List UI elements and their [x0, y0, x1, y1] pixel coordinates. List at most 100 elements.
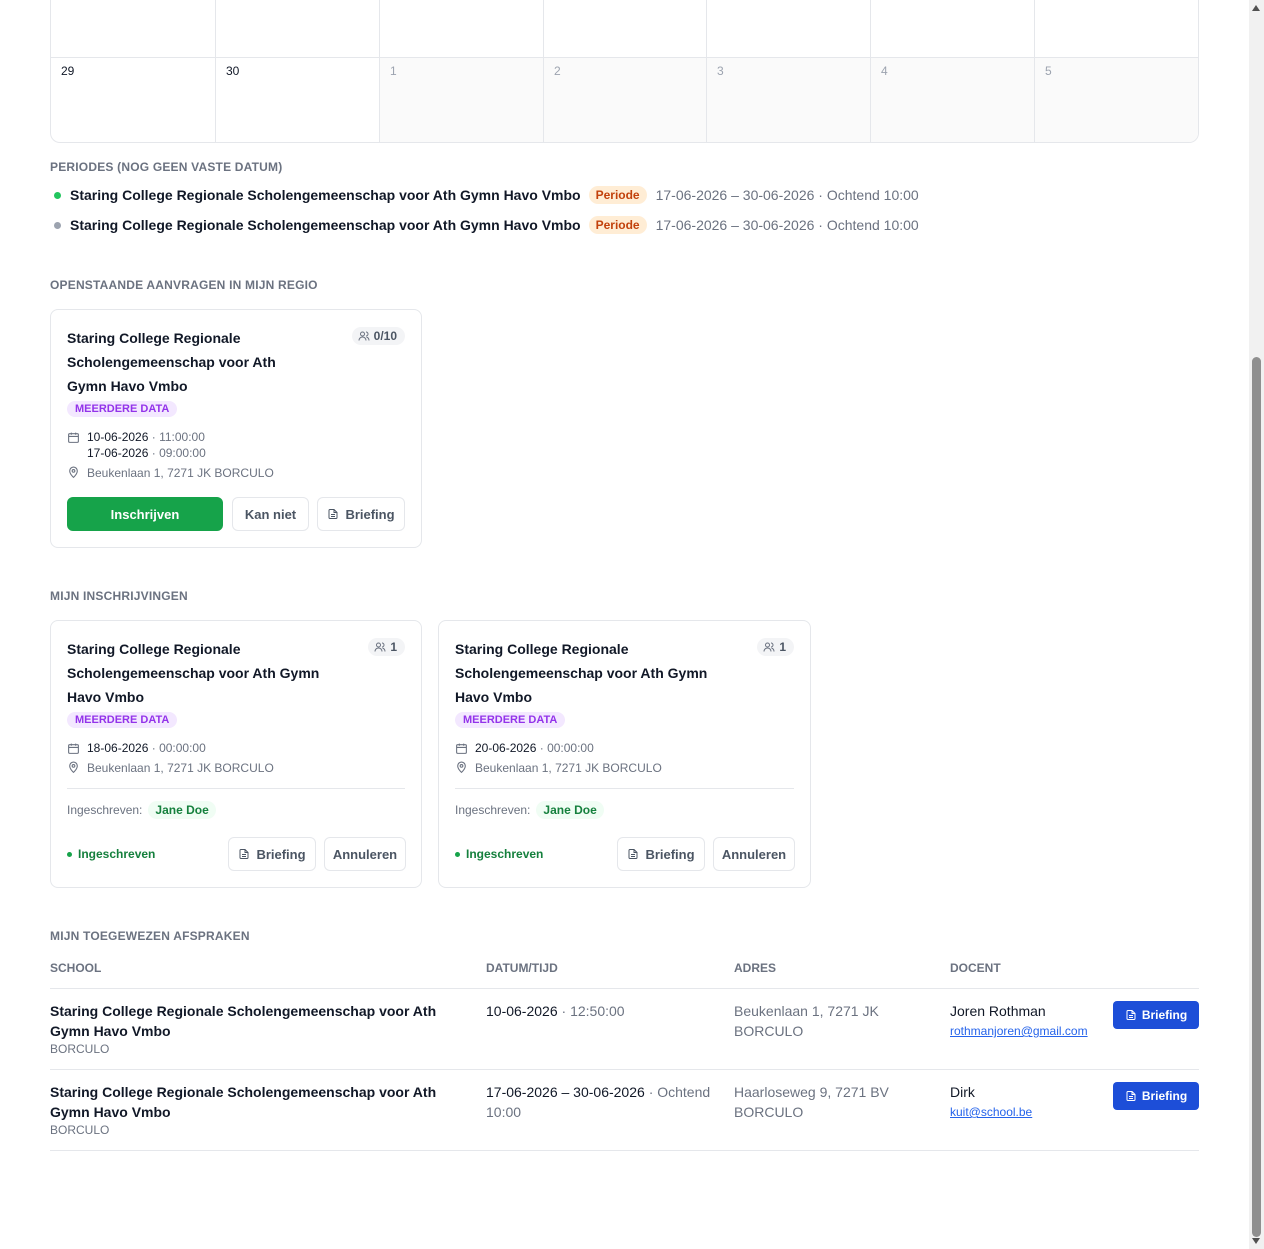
- calendar-day[interactable]: 1: [380, 58, 544, 142]
- document-icon: [239, 849, 249, 859]
- time: · 09:00:00: [151, 446, 206, 460]
- calendar-week-row: 29 30 1 2 3 4 5: [51, 58, 1198, 142]
- divider: [455, 788, 794, 789]
- table-row: Staring College Regionale Scholengemeens…: [50, 989, 1199, 1070]
- calendar-day[interactable]: [707, 0, 871, 57]
- row-email-link[interactable]: kuit@school.be: [950, 1102, 1110, 1122]
- briefing-button[interactable]: Briefing: [1113, 1082, 1199, 1110]
- registered-line: Ingeschreven: Jane Doe: [455, 801, 604, 819]
- date-line: 18-06-2026 · 00:00:00: [67, 740, 206, 756]
- periods-section: PERIODES (NOG GEEN VASTE DATUM) Staring …: [50, 160, 919, 240]
- status-text: Ingeschreven: [78, 847, 156, 861]
- row-school: Staring College Regionale Scholengemeens…: [50, 1084, 437, 1120]
- registered-name: Jane Doe: [536, 801, 604, 819]
- col-header-teacher: DOCENT: [950, 961, 1001, 975]
- briefing-button[interactable]: Briefing: [228, 837, 316, 871]
- row-school: Staring College Regionale Scholengemeens…: [50, 1003, 437, 1039]
- col-header-address: ADRES: [734, 961, 777, 975]
- cancel-button[interactable]: Annuleren: [713, 837, 795, 871]
- date-line: 10-06-2026 · 11:00:00 17-06-2026 · 09:00…: [67, 429, 206, 461]
- col-header-datetime: DATUM/TIJD: [486, 961, 558, 975]
- calendar-day[interactable]: [51, 0, 216, 57]
- page-scrollbar[interactable]: [1249, 0, 1264, 1249]
- calendar-day[interactable]: 5: [1035, 58, 1198, 142]
- calendar-day-number: 2: [554, 64, 561, 78]
- briefing-label: Briefing: [1141, 1008, 1188, 1022]
- calendar-icon: [68, 432, 79, 443]
- calendar-day-number: 1: [390, 64, 397, 78]
- scroll-up-icon[interactable]: [1252, 5, 1260, 11]
- briefing-button[interactable]: Briefing: [317, 497, 405, 531]
- count-value: 0/10: [373, 329, 397, 343]
- address: Beukenlaan 1, 7271 JK BORCULO: [475, 761, 662, 775]
- period-school: Staring College Regionale Scholengemeens…: [70, 217, 581, 233]
- briefing-label: Briefing: [256, 846, 306, 862]
- scroll-down-icon[interactable]: [1252, 1238, 1260, 1244]
- time: · 00:00:00: [539, 741, 594, 755]
- registration-card: Staring College Regionale Scholengemeens…: [438, 620, 811, 888]
- address: Beukenlaan 1, 7271 JK BORCULO: [87, 761, 274, 775]
- count-value: 1: [779, 640, 786, 654]
- date: 10-06-2026: [87, 430, 149, 444]
- status-indicator: Ingeschreven: [455, 847, 543, 861]
- calendar-day[interactable]: [871, 0, 1035, 57]
- cant-button[interactable]: Kan niet: [232, 497, 309, 531]
- users-icon: [358, 331, 370, 341]
- signup-button[interactable]: Inschrijven: [67, 497, 223, 531]
- cancel-button[interactable]: Annuleren: [324, 837, 406, 871]
- calendar-day-number: 30: [226, 64, 240, 78]
- period-item[interactable]: Staring College Regionale Scholengemeens…: [50, 210, 919, 240]
- time: · 11:00:00: [151, 430, 205, 444]
- calendar-day[interactable]: [380, 0, 544, 57]
- period-meta: 17-06-2026 – 30-06-2026 · Ochtend 10:00: [655, 217, 919, 233]
- calendar-day-number: 29: [61, 64, 75, 78]
- page: 29 30 1 2 3 4 5 PERIODES (NOG GEEN VASTE…: [50, 0, 1199, 1151]
- calendar-day[interactable]: [1035, 0, 1198, 57]
- document-icon: [328, 509, 338, 519]
- status-dot: [455, 851, 460, 857]
- row-teacher: Joren Rothman: [950, 1003, 1046, 1019]
- participant-count: 1: [757, 638, 794, 656]
- calendar-grid: 29 30 1 2 3 4 5: [50, 0, 1199, 143]
- divider: [67, 788, 405, 789]
- assigned-title: MIJN TOEGEWEZEN AFSPRAKEN: [50, 929, 250, 943]
- calendar-day[interactable]: 29: [51, 58, 216, 142]
- calendar-day-number: 5: [1045, 64, 1052, 78]
- calendar-icon: [456, 743, 467, 754]
- map-pin-icon: [69, 466, 78, 479]
- time: · 00:00:00: [151, 741, 206, 755]
- participant-count: 1: [368, 638, 405, 656]
- table-row: Staring College Regionale Scholengemeens…: [50, 1070, 1199, 1151]
- card-title: Staring College Regionale Scholengemeens…: [67, 330, 276, 394]
- calendar-day-number: 4: [881, 64, 888, 78]
- row-city: BORCULO: [50, 1123, 110, 1137]
- status-indicator: Ingeschreven: [67, 847, 155, 861]
- calendar-day[interactable]: 30: [216, 58, 380, 142]
- users-icon: [374, 642, 386, 652]
- status-text: Ingeschreven: [466, 847, 544, 861]
- open-request-card: Staring College Regionale Scholengemeens…: [50, 309, 422, 548]
- address-line: Beukenlaan 1, 7271 JK BORCULO: [455, 760, 662, 776]
- multi-date-tag: MEERDERE DATA: [67, 712, 178, 728]
- briefing-button[interactable]: Briefing: [1113, 1001, 1199, 1029]
- row-email-link[interactable]: rothmanjoren@gmail.com: [950, 1021, 1110, 1041]
- address-line: Beukenlaan 1, 7271 JK BORCULO: [67, 465, 274, 481]
- row-teacher: Dirk: [950, 1084, 975, 1100]
- scrollbar-thumb[interactable]: [1252, 357, 1261, 1237]
- date: 18-06-2026: [87, 741, 149, 755]
- calendar-day[interactable]: [544, 0, 707, 57]
- period-meta: 17-06-2026 – 30-06-2026 · Ochtend 10:00: [655, 187, 919, 203]
- registered-label: Ingeschreven:: [67, 803, 143, 817]
- calendar-day[interactable]: [216, 0, 380, 57]
- row-time: · 12:50:00: [561, 1003, 625, 1019]
- registered-name: Jane Doe: [148, 801, 216, 819]
- calendar-day[interactable]: 4: [871, 58, 1035, 142]
- map-pin-icon: [457, 761, 466, 774]
- address: Beukenlaan 1, 7271 JK BORCULO: [87, 466, 274, 480]
- period-item[interactable]: Staring College Regionale Scholengemeens…: [50, 180, 919, 210]
- periods-title: PERIODES (NOG GEEN VASTE DATUM): [50, 160, 283, 174]
- briefing-button[interactable]: Briefing: [617, 837, 705, 871]
- calendar-day[interactable]: 2: [544, 58, 707, 142]
- period-badge: Periode: [588, 216, 647, 234]
- calendar-day[interactable]: 3: [707, 58, 871, 142]
